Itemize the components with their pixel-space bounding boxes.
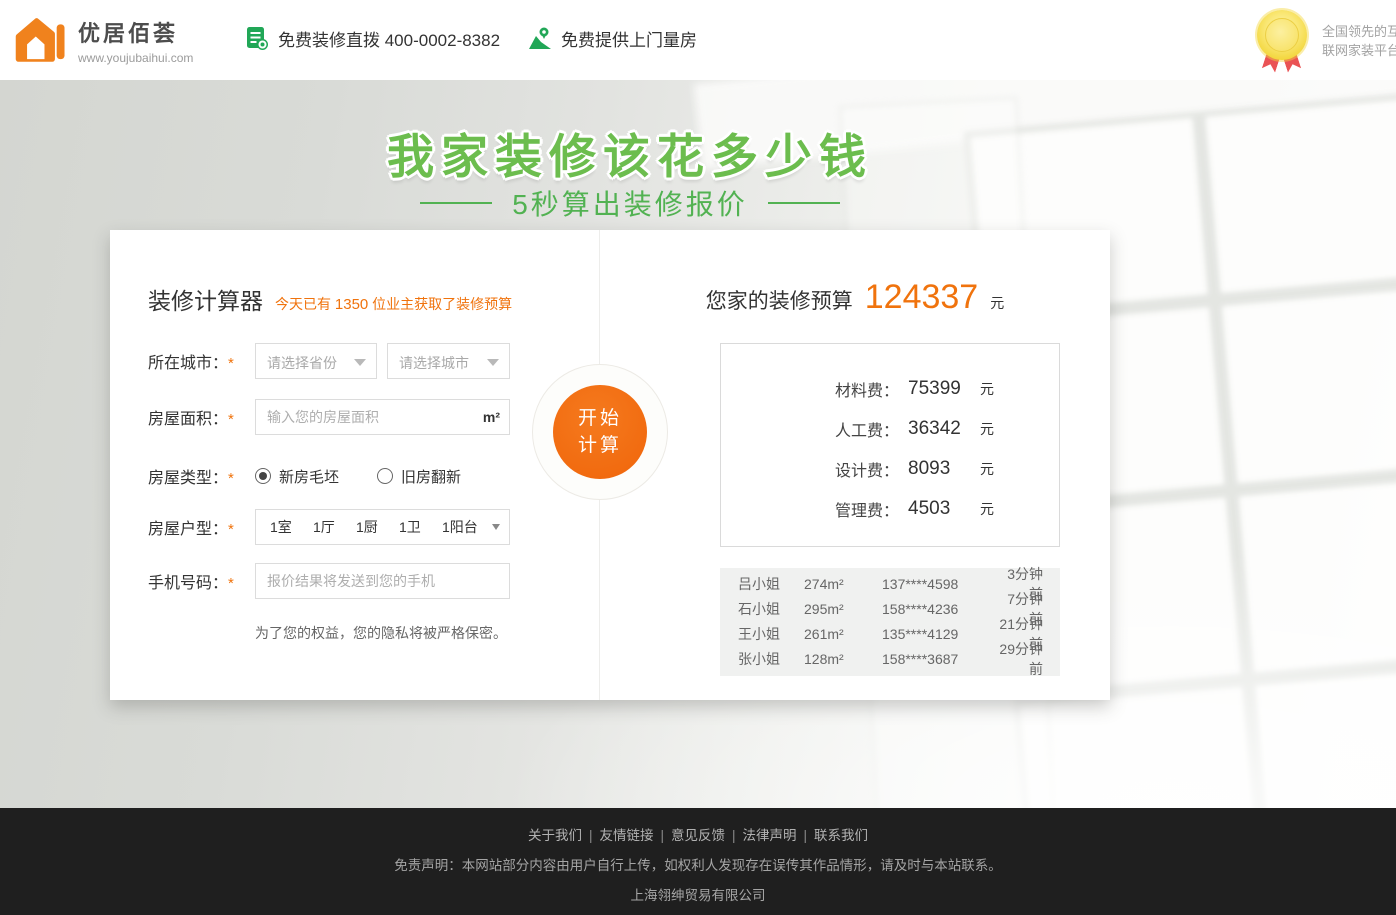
start-calculate-button[interactable]: 开始 计算 [553,385,647,479]
gold-medal-icon [1256,8,1308,72]
order-phone-icon [246,26,269,51]
start-button-ring: 开始 计算 [532,364,668,500]
hero-subtitle-text: 5秒算出装修报价 [512,183,748,223]
hero-title: 我家装修该花多少钱 [110,118,1150,187]
breakdown-row: 管理费： 4503 元 [721,489,1059,529]
chevron-down-icon [354,359,366,366]
layout-label: 房屋户型：* [148,515,255,539]
today-stats: 今天已有 1350 位业主获取了装修预算 [275,294,512,314]
footer-link-about[interactable]: 关于我们 [528,828,582,843]
breakdown-row: 人工费： 36342 元 [721,409,1059,449]
area-label: 房屋面积：* [148,405,255,429]
city-label: 所在城市：* [148,349,255,373]
leading-platform-badge: 全国领先的互联网家装平台 [1322,22,1396,60]
free-measure-label: 免费提供上门量房 [561,26,697,51]
calculator-title: 装修计算器 [148,282,263,316]
area-input[interactable] [255,399,510,435]
footer-link-legal[interactable]: 法律声明 [743,828,797,843]
stats-count: 1350 [335,296,368,313]
radio-new-house[interactable]: 新房毛坯 [255,466,339,487]
recent-users-table: 吕小姐 274m² 137****4598 3分钟前 石小姐 295m² 158… [720,568,1060,676]
footer-link-feedback[interactable]: 意见反馈 [671,828,725,843]
logo-url: www.youjubaihui.com [78,51,193,65]
phone-input[interactable] [255,563,510,599]
chevron-down-icon [487,359,499,366]
breakdown-row: 设计费： 8093 元 [721,449,1059,489]
house-type-label: 房屋类型：* [148,464,255,488]
result-header: 您家的装修预算 124337 元 [600,278,1110,317]
radio-unselected-icon [377,468,393,484]
footer-company: 上海翎绅贸易有限公司 [0,884,1396,904]
area-unit: m² [483,409,500,425]
province-placeholder: 请选择省份 [267,353,337,373]
page: 优居佰荟 www.youjubaihui.com 免费装修直拨 400-0002… [0,0,1396,915]
logo-name: 优居佰荟 [78,16,193,48]
privacy-note: 为了您的权益，您的隐私将被严格保密。 [255,623,507,643]
house-logo-icon [14,13,68,67]
city-select[interactable]: 请选择城市 [387,343,510,379]
result-total: 124337 [865,278,978,317]
site-logo[interactable]: 优居佰荟 www.youjubaihui.com [14,13,193,67]
free-phone-contact[interactable]: 免费装修直拨 400-0002-8382 [246,26,500,51]
result-title: 您家的装修预算 [706,285,853,315]
result-unit: 元 [990,293,1004,313]
footer-links: 关于我们|友情链接|意见反馈|法律声明|联系我们 [0,824,1396,844]
radio-selected-icon [255,468,271,484]
breakdown-row: 材料费： 75399 元 [721,369,1059,409]
hero-subtitle: 5秒算出装修报价 [110,183,1150,223]
cost-breakdown-box: 材料费： 75399 元 人工费： 36342 元 设计费： 8093 元 管理… [720,343,1060,547]
calculator-card: 装修计算器 今天已有 1350 位业主获取了装修预算 所在城市：* 请选择省份 … [110,230,1110,700]
footer-link-contact[interactable]: 联系我们 [814,828,868,843]
city-placeholder: 请选择城市 [399,353,469,373]
layout-select[interactable]: 1室 1厅 1厨 1卫 1阳台 [255,509,510,545]
chevron-down-icon [492,524,500,530]
footer-link-friends[interactable]: 友情链接 [599,828,653,843]
footer: 关于我们|友情链接|意见反馈|法律声明|联系我们 免责声明：本网站部分内容由用户… [0,808,1396,915]
map-pin-icon [528,26,552,51]
table-row: 张小姐 128m² 158****3687 29分钟前 [720,646,1060,671]
header: 优居佰荟 www.youjubaihui.com 免费装修直拨 400-0002… [0,0,1396,80]
radio-old-house[interactable]: 旧房翻新 [377,466,461,487]
free-measure-contact[interactable]: 免费提供上门量房 [528,26,697,51]
free-phone-label: 免费装修直拨 400-0002-8382 [278,26,500,51]
phone-label: 手机号码：* [148,569,255,593]
footer-disclaimer: 免责声明：本网站部分内容由用户自行上传，如权利人发现存在误传其作品情形，请及时与… [0,854,1396,874]
province-select[interactable]: 请选择省份 [255,343,377,379]
